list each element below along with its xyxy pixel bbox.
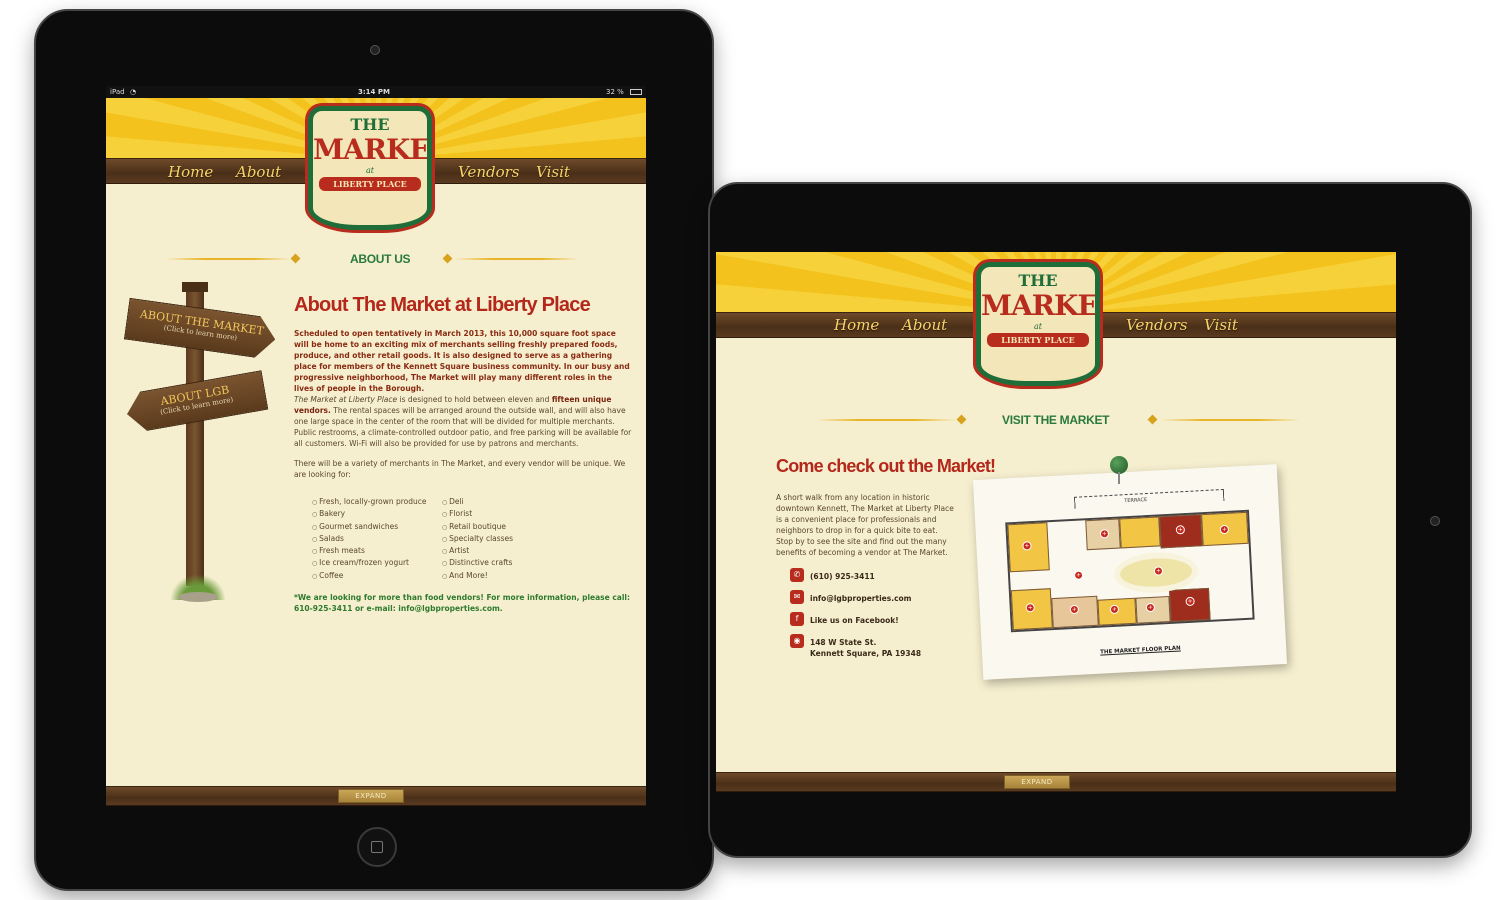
about-paragraph-2: The Market at Liberty Place is designed … xyxy=(294,394,632,449)
logo-the: THE xyxy=(1018,271,1058,290)
list-item: Florist xyxy=(442,508,562,520)
contact-address-line2: Kennett Square, PA 19348 xyxy=(810,649,922,658)
list-item: Salads xyxy=(312,533,442,545)
about-paragraph-3: There will be a variety of merchants in … xyxy=(294,459,626,479)
about-heading: About The Market at Liberty Place xyxy=(294,294,591,316)
section-title-visit: VISIT THE MARKET xyxy=(1002,413,1110,427)
list-item: And More! xyxy=(442,570,562,582)
front-camera xyxy=(1430,516,1440,526)
nav-vendors[interactable]: Vendors xyxy=(458,163,520,181)
nav-about[interactable]: About xyxy=(236,163,281,181)
status-bar: iPad ◔ 3:14 PM 32 % xyxy=(106,86,646,98)
home-button[interactable] xyxy=(357,827,397,867)
nav-visit[interactable]: Visit xyxy=(536,163,570,181)
para2-text-b: The rental spaces will be arranged aroun… xyxy=(294,406,632,448)
email-icon: ✉ xyxy=(790,590,804,604)
facebook-icon: f xyxy=(790,612,804,626)
ipad-landscape: Home About Vendors Visit THE MARKET at L… xyxy=(708,182,1472,858)
visit-heading: Come check out the Market! xyxy=(776,456,996,476)
left-screen: iPad ◔ 3:14 PM 32 % Home About Vendors V… xyxy=(106,86,646,806)
plan-room xyxy=(1119,516,1161,549)
list-item: Fresh, locally-grown produce xyxy=(312,496,442,508)
para2-italic: The Market at Liberty Place xyxy=(294,395,398,404)
list-item: Distinctive crafts xyxy=(442,557,562,569)
logo-market: MARKET xyxy=(313,133,430,166)
nav-home[interactable]: Home xyxy=(834,316,879,334)
plan-terrace-label: TERRACE xyxy=(1124,497,1148,505)
location-pin-icon: ◉ xyxy=(790,634,804,648)
plan-caption: THE MARKET FLOOR PLAN xyxy=(1100,645,1181,656)
vendor-note-2: 610-925-3411 or e-mail: info@lgbproperti… xyxy=(294,604,503,613)
vendor-list-2: Deli Florist Retail boutique Specialty c… xyxy=(442,496,562,582)
divider-diamond xyxy=(956,414,967,425)
logo-at: at xyxy=(366,166,374,175)
nav-vendors[interactable]: Vendors xyxy=(1126,316,1188,334)
para2-text-a: is designed to hold between eleven and xyxy=(397,395,552,404)
contact-address-line1: 148 W State St. xyxy=(810,638,877,647)
right-screen: Home About Vendors Visit THE MARKET at L… xyxy=(716,252,1396,792)
nav-home[interactable]: Home xyxy=(168,163,213,181)
divider-diamond xyxy=(1147,414,1158,425)
signpost-cap xyxy=(182,282,208,292)
logo-liberty-place: LIBERTY PLACE xyxy=(319,177,421,191)
battery-label: 32 % xyxy=(606,88,624,96)
plan-terrace-line xyxy=(1073,488,1225,509)
list-item: Artist xyxy=(442,545,562,557)
visit-paragraph: A short walk from any location in histor… xyxy=(776,493,954,557)
rocks-decoration xyxy=(178,592,218,602)
vendor-note-1: *We are looking for more than food vendo… xyxy=(294,593,630,602)
nav-visit[interactable]: Visit xyxy=(1204,316,1238,334)
divider-diamond xyxy=(442,253,453,264)
list-item: Deli xyxy=(442,496,562,508)
divider-diamond xyxy=(290,253,301,264)
expand-button[interactable]: EXPAND xyxy=(1004,775,1070,789)
logo-market: MARKET xyxy=(981,289,1098,322)
contact-facebook[interactable]: Like us on Facebook! xyxy=(810,616,899,625)
clock: 3:14 PM xyxy=(358,88,390,96)
section-divider-right xyxy=(454,258,579,260)
logo-at: at xyxy=(1034,322,1042,331)
wifi-icon: ◔ xyxy=(130,88,137,96)
section-divider-left xyxy=(816,419,956,421)
market-logo[interactable]: THE MARKET at LIBERTY PLACE xyxy=(308,106,432,230)
section-divider-left xyxy=(166,258,291,260)
list-item: Specialty classes xyxy=(442,533,562,545)
pushpin-needle xyxy=(1118,472,1120,484)
section-title-about-us: ABOUT US xyxy=(350,252,411,266)
list-item: Coffee xyxy=(312,570,442,582)
market-logo[interactable]: THE MARKET at LIBERTY PLACE xyxy=(976,262,1100,386)
contact-email[interactable]: info@lgbproperties.com xyxy=(810,594,911,603)
list-item: Retail boutique xyxy=(442,521,562,533)
vendor-list-1: Fresh, locally-grown produce Bakery Gour… xyxy=(312,496,442,582)
logo-the: THE xyxy=(350,115,390,134)
ipad-portrait: iPad ◔ 3:14 PM 32 % Home About Vendors V… xyxy=(34,9,714,891)
list-item: Gourmet sandwiches xyxy=(312,521,442,533)
phone-icon: ✆ xyxy=(790,568,804,582)
list-item: Ice cream/frozen yogurt xyxy=(312,557,442,569)
contact-phone[interactable]: (610) 925-3411 xyxy=(810,572,875,581)
list-item: Bakery xyxy=(312,508,442,520)
expand-button[interactable]: EXPAND xyxy=(338,789,404,803)
front-camera xyxy=(370,45,380,55)
section-divider-right xyxy=(1160,419,1300,421)
logo-liberty-place: LIBERTY PLACE xyxy=(987,333,1089,347)
carrier-label: iPad xyxy=(110,88,125,96)
list-item: Fresh meats xyxy=(312,545,442,557)
floor-plan-card[interactable]: TERRACE + + + + + + + + + + + THE MARKET… xyxy=(972,464,1288,680)
about-paragraph-1: Scheduled to open tentatively in March 2… xyxy=(294,329,630,393)
battery-icon xyxy=(630,89,642,95)
nav-about[interactable]: About xyxy=(902,316,947,334)
